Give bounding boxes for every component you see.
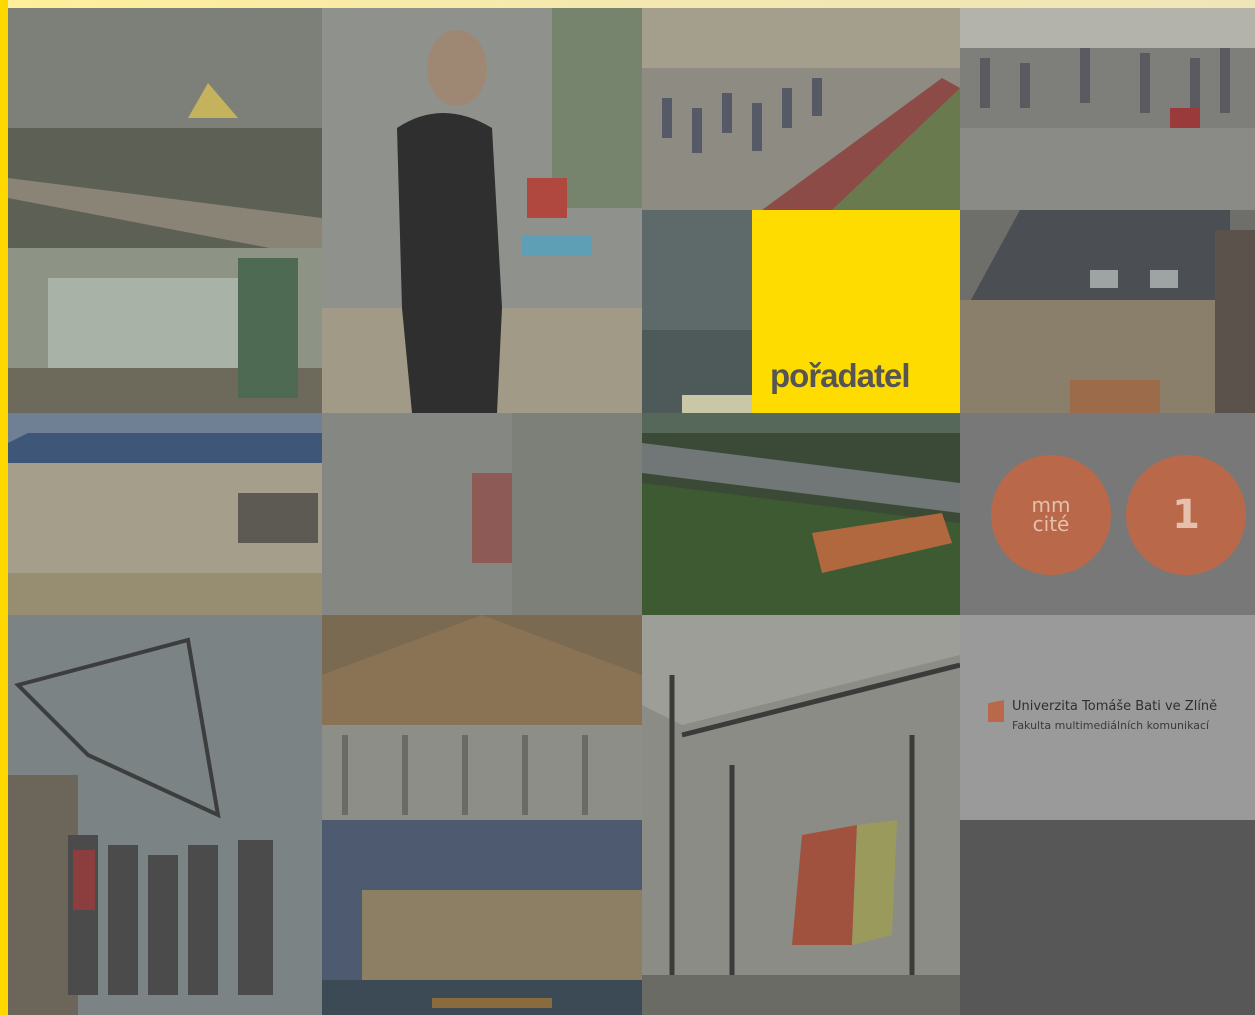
- dark-panel: [960, 820, 1255, 1015]
- photo-interior-roof: [8, 8, 322, 413]
- yellow-side-bar: [0, 0, 8, 1015]
- photo-night-building: [642, 210, 752, 413]
- university-logo-icon: [988, 700, 1004, 722]
- number-logo-circle: 1: [1126, 455, 1246, 575]
- logo-tile: mm cité 1: [960, 413, 1255, 615]
- top-strip: [0, 0, 1255, 8]
- photo-steel-canopy: [642, 615, 960, 1015]
- photo-blue-roof-building: [8, 413, 322, 615]
- photo-park-bench: [642, 413, 960, 615]
- organizer-label: pořadatel: [770, 357, 911, 394]
- photo-crowd-street: [960, 8, 1255, 210]
- photo-glass-pavilion: [322, 820, 642, 1015]
- university-name: Univerzita Tomáše Bati ve Zlíně: [1012, 699, 1218, 714]
- university-tile: Univerzita Tomáše Bati ve Zlíně Fakulta …: [960, 615, 1255, 820]
- photo-timber-ceiling: [322, 615, 642, 820]
- organizer-label-box: pořadatel: [752, 210, 960, 413]
- photo-crowd-square: [642, 8, 960, 210]
- photo-painted-wall: [322, 413, 642, 615]
- mmcite-logo-circle: mm cité: [991, 455, 1111, 575]
- faculty-name: Fakulta multimediálních komunikací: [1012, 719, 1210, 732]
- photo-man-presenting: [322, 8, 642, 413]
- photo-grid-structure-people: [8, 615, 322, 1015]
- photo-wooden-houses: [960, 210, 1255, 413]
